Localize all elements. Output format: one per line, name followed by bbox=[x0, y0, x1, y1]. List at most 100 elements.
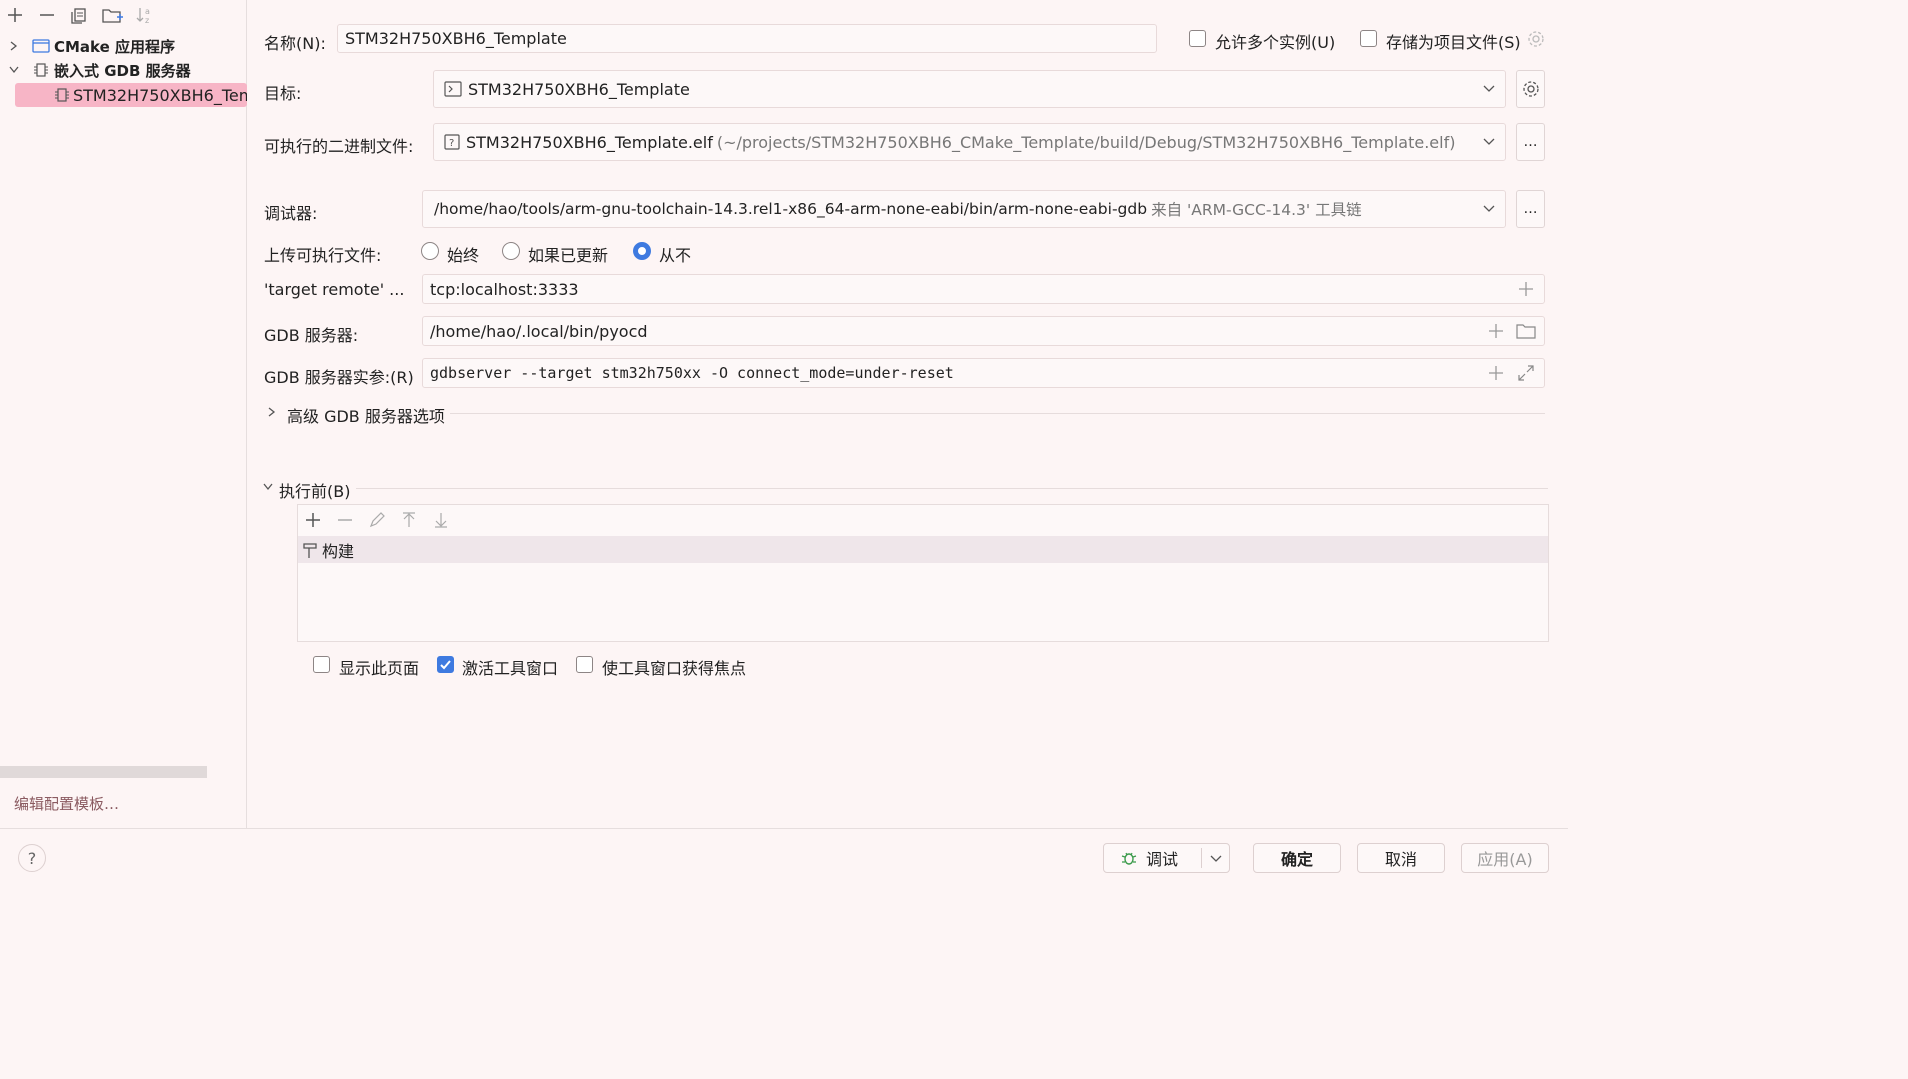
move-down-icon[interactable] bbox=[432, 511, 450, 529]
gdb-args-field[interactable]: gdbserver --target stm32h750xx -O connec… bbox=[422, 358, 1545, 388]
executable-value: STM32H750XBH6_Template.elf bbox=[466, 132, 713, 152]
before-launch-title[interactable]: 执行前(B) bbox=[279, 478, 350, 502]
gdb-args-label: GDB 服务器实参:(R) bbox=[264, 368, 414, 387]
task-label: 构建 bbox=[322, 541, 355, 561]
apply-button[interactable]: 应用(A) bbox=[1461, 843, 1549, 873]
store-as-project-label: 存储为项目文件(S) bbox=[1386, 33, 1521, 52]
horizontal-scrollbar[interactable] bbox=[0, 766, 207, 778]
name-value: STM32H750XBH6_Template bbox=[345, 29, 567, 48]
add-icon[interactable] bbox=[1488, 365, 1504, 381]
gdb-server-value: /home/hao/.local/bin/pyocd bbox=[430, 321, 648, 341]
debugger-combobox[interactable]: /home/hao/tools/arm-gnu-toolchain-14.3.r… bbox=[422, 190, 1506, 228]
remove-icon[interactable] bbox=[37, 5, 57, 25]
gdb-server-field[interactable]: /home/hao/.local/bin/pyocd bbox=[422, 316, 1545, 346]
debugger-label: 调试器: bbox=[264, 204, 318, 223]
activate-tool-window-checkbox[interactable] bbox=[437, 656, 454, 673]
upload-label: 上传可执行文件: bbox=[264, 246, 382, 265]
focus-tool-window-label: 使工具窗口获得焦点 bbox=[602, 659, 747, 678]
before-launch-panel: 构建 bbox=[297, 504, 1549, 642]
executable-browse-button[interactable]: … bbox=[1516, 123, 1545, 161]
debugger-browse-button[interactable]: … bbox=[1516, 190, 1545, 228]
remove-icon[interactable] bbox=[336, 511, 354, 529]
chevron-down-icon[interactable] bbox=[1210, 854, 1222, 864]
chevron-right-icon[interactable] bbox=[8, 40, 20, 52]
chevron-down-icon[interactable] bbox=[1483, 204, 1495, 214]
bug-icon bbox=[1120, 849, 1138, 867]
run-config-icon bbox=[444, 81, 462, 97]
target-remote-value: tcp:localhost:3333 bbox=[430, 279, 579, 299]
copy-icon[interactable] bbox=[69, 5, 89, 25]
target-settings-button[interactable] bbox=[1516, 70, 1545, 108]
upload-never-radio[interactable] bbox=[633, 242, 651, 260]
checkmark-icon bbox=[440, 660, 451, 670]
tree-item-embedded-gdb[interactable]: 嵌入式 GDB 服务器 bbox=[8, 58, 191, 82]
help-button[interactable]: ? bbox=[18, 844, 46, 872]
executable-path: (~/projects/STM32H750XBH6_CMake_Template… bbox=[716, 132, 1456, 152]
add-icon[interactable] bbox=[1488, 323, 1504, 339]
target-combobox[interactable]: STM32H750XBH6_Template bbox=[433, 70, 1506, 108]
debug-button[interactable]: 调试 bbox=[1103, 843, 1230, 873]
chip-icon bbox=[32, 61, 50, 79]
upload-never-label: 从不 bbox=[659, 246, 692, 265]
chevron-down-icon[interactable] bbox=[262, 481, 274, 493]
upload-if-updated-label: 如果已更新 bbox=[528, 246, 609, 265]
gear-icon bbox=[1522, 81, 1539, 97]
chevron-down-icon[interactable] bbox=[1483, 84, 1495, 94]
chevron-down-icon[interactable] bbox=[8, 64, 20, 76]
allow-multiple-label: 允许多个实例(U) bbox=[1215, 33, 1336, 52]
edit-icon[interactable] bbox=[368, 511, 386, 529]
svg-text:a: a bbox=[145, 7, 150, 16]
list-item[interactable]: 构建 bbox=[298, 536, 1548, 563]
unknown-file-icon: ? bbox=[444, 134, 460, 150]
gdb-args-value: gdbserver --target stm32h750xx -O connec… bbox=[430, 364, 954, 382]
show-page-checkbox[interactable] bbox=[313, 656, 330, 673]
divider bbox=[356, 488, 1548, 489]
chevron-down-icon[interactable] bbox=[1483, 137, 1495, 147]
ok-button[interactable]: 确定 bbox=[1253, 843, 1341, 873]
folder-icon[interactable] bbox=[1516, 322, 1536, 340]
show-page-label: 显示此页面 bbox=[339, 659, 420, 678]
tree-item-cmake-app[interactable]: CMake 应用程序 bbox=[8, 34, 175, 58]
debugger-value: /home/hao/tools/arm-gnu-toolchain-14.3.r… bbox=[434, 200, 1148, 218]
sort-icon[interactable]: az bbox=[135, 5, 155, 25]
tree-item-label: 嵌入式 GDB 服务器 bbox=[54, 61, 191, 80]
tree-item-label: CMake 应用程序 bbox=[54, 37, 176, 56]
debugger-note: 来自 'ARM-GCC-14.3' 工具链 bbox=[1151, 201, 1362, 219]
target-remote-field[interactable]: tcp:localhost:3333 bbox=[422, 274, 1545, 304]
tree-item-stm32-template[interactable]: STM32H750XBH6_Template bbox=[15, 83, 247, 107]
name-label: 名称(N): bbox=[264, 34, 326, 53]
new-folder-icon[interactable] bbox=[101, 5, 125, 25]
expand-icon[interactable] bbox=[1517, 364, 1535, 382]
name-field[interactable]: STM32H750XBH6_Template bbox=[337, 24, 1157, 53]
advanced-options-toggle[interactable]: 高级 GDB 服务器选项 bbox=[287, 403, 445, 427]
cancel-button[interactable]: 取消 bbox=[1357, 843, 1445, 873]
edit-templates-link[interactable]: 编辑配置模板… bbox=[14, 793, 119, 814]
chip-icon bbox=[53, 86, 71, 104]
cmake-app-icon bbox=[32, 38, 50, 54]
svg-text:?: ? bbox=[449, 138, 454, 149]
add-icon[interactable] bbox=[304, 511, 322, 529]
activate-tool-window-label: 激活工具窗口 bbox=[462, 659, 559, 678]
add-icon[interactable] bbox=[1518, 281, 1534, 297]
executable-label: 可执行的二进制文件: bbox=[264, 137, 414, 156]
executable-combobox[interactable]: ? STM32H750XBH6_Template.elf (~/projects… bbox=[433, 123, 1506, 161]
store-as-project-checkbox[interactable] bbox=[1360, 30, 1377, 47]
add-icon[interactable] bbox=[5, 5, 25, 25]
svg-text:z: z bbox=[145, 16, 149, 25]
hammer-icon bbox=[302, 541, 318, 559]
divider bbox=[450, 413, 1545, 414]
target-remote-label: 'target remote' ... bbox=[264, 280, 405, 299]
upload-if-updated-radio[interactable] bbox=[502, 242, 520, 260]
focus-tool-window-checkbox[interactable] bbox=[576, 656, 593, 673]
chevron-right-icon[interactable] bbox=[266, 406, 278, 418]
upload-always-radio[interactable] bbox=[421, 242, 439, 260]
target-value: STM32H750XBH6_Template bbox=[468, 79, 690, 99]
upload-always-label: 始终 bbox=[447, 246, 480, 265]
gdb-server-label: GDB 服务器: bbox=[264, 326, 359, 345]
move-up-icon[interactable] bbox=[400, 511, 418, 529]
configurations-sidebar: az CMake 应用程序 嵌入式 GDB 服务器 STM32H750XBH6_… bbox=[0, 0, 247, 828]
target-label: 目标: bbox=[264, 84, 302, 103]
allow-multiple-checkbox[interactable] bbox=[1189, 30, 1206, 47]
tree-item-label: STM32H750XBH6_Template bbox=[73, 85, 247, 105]
gear-icon[interactable] bbox=[1526, 29, 1546, 49]
